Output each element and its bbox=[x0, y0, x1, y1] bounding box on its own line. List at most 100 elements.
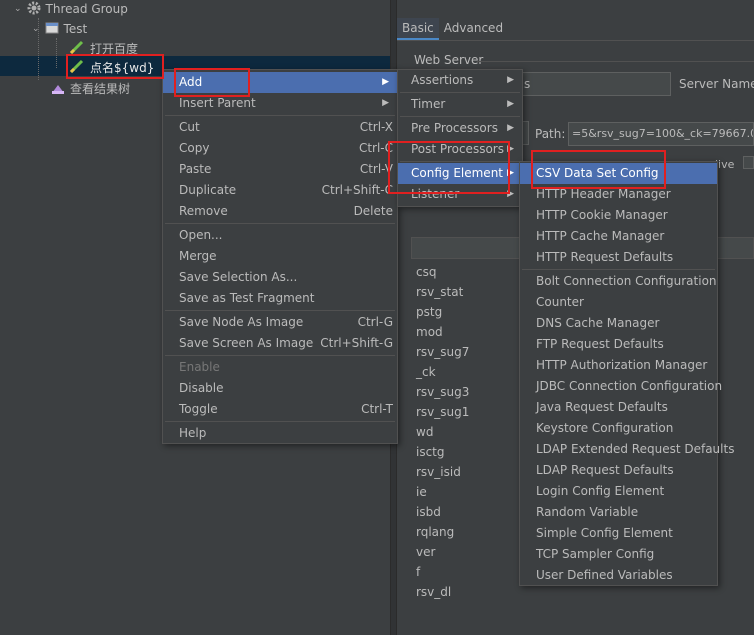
menu-item-label: Save Node As Image bbox=[179, 315, 304, 329]
menu-item-copy[interactable]: Copy Ctrl-C bbox=[163, 138, 397, 159]
param-name[interactable]: rqlang bbox=[411, 522, 521, 542]
param-name[interactable]: rsv_stat bbox=[411, 282, 521, 302]
server-name-field[interactable]: s bbox=[517, 72, 671, 96]
menu-item-label: HTTP Request Defaults bbox=[536, 250, 674, 264]
menu-shortcut: Ctrl-G bbox=[357, 315, 393, 329]
menu-item-label: LDAP Extended Request Defaults bbox=[536, 442, 735, 456]
submenu-arrow-icon: ▶ bbox=[507, 99, 514, 109]
path-value: =5&rsv_sug7=100&_ck=79667.0.-1 bbox=[572, 127, 754, 140]
menu-item-user-defined-variables[interactable]: User Defined Variables bbox=[520, 565, 717, 586]
menu-item-jdbc-connection-configuration[interactable]: JDBC Connection Configuration bbox=[520, 376, 722, 397]
menu-item-assertions[interactable]: Assertions ▶ bbox=[398, 70, 522, 91]
tree-node-label: Test bbox=[63, 22, 88, 36]
expand-chevron-icon[interactable]: ⌄ bbox=[14, 4, 22, 14]
menu-item-login-config-element[interactable]: Login Config Element bbox=[520, 481, 717, 502]
menu-item-save-node-as-image[interactable]: Save Node As Image Ctrl-G bbox=[163, 312, 397, 333]
menu-separator bbox=[165, 310, 395, 311]
menu-item-save-selection-as[interactable]: Save Selection As... bbox=[163, 267, 397, 288]
menu-item-save-screen-as-image[interactable]: Save Screen As Image Ctrl+Shift-G bbox=[163, 333, 397, 354]
menu-item-keystore-configuration[interactable]: Keystore Configuration bbox=[520, 418, 717, 439]
tab-advanced[interactable]: Advanced bbox=[439, 18, 508, 40]
menu-item-ldap-request-defaults[interactable]: LDAP Request Defaults bbox=[520, 460, 717, 481]
param-name[interactable]: rsv_isid bbox=[411, 462, 521, 482]
menu-item-http-cookie-manager[interactable]: HTTP Cookie Manager bbox=[520, 205, 717, 226]
menu-item-dns-cache-manager[interactable]: DNS Cache Manager bbox=[520, 313, 717, 334]
param-name[interactable]: csq bbox=[411, 262, 521, 282]
menu-item-pre-processors[interactable]: Pre Processors ▶ bbox=[398, 118, 522, 139]
menu-item-disable[interactable]: Disable bbox=[163, 378, 397, 399]
menu-item-cut[interactable]: Cut Ctrl-X bbox=[163, 117, 397, 138]
menu-separator bbox=[522, 269, 715, 270]
param-name[interactable]: pstg bbox=[411, 302, 521, 322]
tree-node-thread-group[interactable]: ⌄ Thread Group bbox=[14, 0, 128, 19]
menu-item-label: User Defined Variables bbox=[536, 568, 673, 582]
menu-item-label: HTTP Authorization Manager bbox=[536, 358, 708, 372]
tree-node-label: Thread Group bbox=[45, 2, 128, 16]
menu-item-ldap-extended-request-defaults[interactable]: LDAP Extended Request Defaults bbox=[520, 439, 734, 460]
menu-item-label: DNS Cache Manager bbox=[536, 316, 660, 330]
menu-item-label: Random Variable bbox=[536, 505, 639, 519]
menu-item-counter[interactable]: Counter bbox=[520, 292, 717, 313]
menu-item-help[interactable]: Help bbox=[163, 423, 397, 444]
param-name[interactable]: _ck bbox=[411, 362, 521, 382]
controller-icon bbox=[44, 20, 60, 39]
tree-node-view-results-tree[interactable]: 查看结果树 bbox=[50, 78, 130, 98]
param-name[interactable]: rsv_sug3 bbox=[411, 382, 521, 402]
path-field[interactable]: =5&rsv_sug7=100&_ck=79667.0.-1 bbox=[568, 122, 754, 146]
tab-basic[interactable]: Basic bbox=[397, 18, 439, 40]
param-name[interactable]: rsv_sug7 bbox=[411, 342, 521, 362]
menu-separator bbox=[165, 115, 395, 116]
menu-item-label: Bolt Connection Configuration bbox=[536, 274, 717, 288]
tree-connector bbox=[56, 38, 57, 68]
menu-item-duplicate[interactable]: Duplicate Ctrl+Shift-C bbox=[163, 180, 397, 201]
param-name[interactable]: wd bbox=[411, 422, 521, 442]
menu-item-label: Save Selection As... bbox=[179, 270, 298, 284]
param-name[interactable]: isctg bbox=[411, 442, 521, 462]
menu-item-label: Save Screen As Image bbox=[179, 336, 314, 350]
param-name[interactable]: isbd bbox=[411, 502, 521, 522]
param-name[interactable]: ie bbox=[411, 482, 521, 502]
web-server-group-line bbox=[477, 61, 754, 62]
tree-node-label: 查看结果树 bbox=[70, 81, 131, 96]
menu-separator bbox=[165, 355, 395, 356]
menu-item-http-cache-manager[interactable]: HTTP Cache Manager bbox=[520, 226, 717, 247]
menu-item-enable: Enable bbox=[163, 357, 397, 378]
param-name[interactable]: rsv_sug1 bbox=[411, 402, 521, 422]
param-name[interactable]: f bbox=[411, 562, 521, 582]
menu-item-label: Help bbox=[179, 426, 207, 440]
request-tabs: Basic Advanced bbox=[397, 18, 508, 40]
menu-item-http-authorization-manager[interactable]: HTTP Authorization Manager bbox=[520, 355, 717, 376]
param-name[interactable]: mod bbox=[411, 322, 521, 342]
menu-item-save-as-test-fragment[interactable]: Save as Test Fragment bbox=[163, 288, 397, 309]
menu-item-merge[interactable]: Merge bbox=[163, 246, 397, 267]
server-name-label: Server Name o bbox=[679, 77, 754, 91]
menu-item-random-variable[interactable]: Random Variable bbox=[520, 502, 717, 523]
menu-item-label: FTP Request Defaults bbox=[536, 337, 664, 351]
menu-item-toggle[interactable]: Toggle Ctrl-T bbox=[163, 399, 397, 420]
menu-item-java-request-defaults[interactable]: Java Request Defaults bbox=[520, 397, 717, 418]
menu-item-label: Remove bbox=[179, 204, 228, 218]
context-menu: Add ▶ Insert Parent ▶ Cut Ctrl-X Copy Ctrl-C… bbox=[162, 69, 398, 444]
menu-item-label: Java Request Defaults bbox=[536, 400, 668, 414]
menu-item-label: Timer bbox=[411, 97, 446, 111]
menu-item-open[interactable]: Open... bbox=[163, 225, 397, 246]
menu-item-label: Simple Config Element bbox=[536, 526, 673, 540]
menu-item-timer[interactable]: Timer ▶ bbox=[398, 94, 522, 115]
menu-item-paste[interactable]: Paste Ctrl-V bbox=[163, 159, 397, 180]
submenu-arrow-icon: ▶ bbox=[507, 75, 514, 85]
menu-item-tcp-sampler-config[interactable]: TCP Sampler Config bbox=[520, 544, 717, 565]
menu-item-bolt-connection-configuration[interactable]: Bolt Connection Configuration bbox=[520, 271, 717, 292]
menu-item-simple-config-element[interactable]: Simple Config Element bbox=[520, 523, 717, 544]
param-name[interactable]: rsv_dl bbox=[411, 582, 521, 602]
menu-item-label: Copy bbox=[179, 141, 210, 155]
menu-item-label: Open... bbox=[179, 228, 223, 242]
param-name[interactable]: ver bbox=[411, 542, 521, 562]
menu-item-label: Merge bbox=[179, 249, 217, 263]
keepalive-checkbox[interactable] bbox=[743, 156, 754, 169]
menu-shortcut: Ctrl+Shift-C bbox=[321, 183, 393, 197]
menu-item-remove[interactable]: Remove Delete bbox=[163, 201, 397, 222]
menu-separator bbox=[400, 116, 520, 117]
tree-node-test[interactable]: ⌄ Test bbox=[32, 19, 87, 39]
menu-item-http-request-defaults[interactable]: HTTP Request Defaults bbox=[520, 247, 717, 268]
menu-item-ftp-request-defaults[interactable]: FTP Request Defaults bbox=[520, 334, 717, 355]
